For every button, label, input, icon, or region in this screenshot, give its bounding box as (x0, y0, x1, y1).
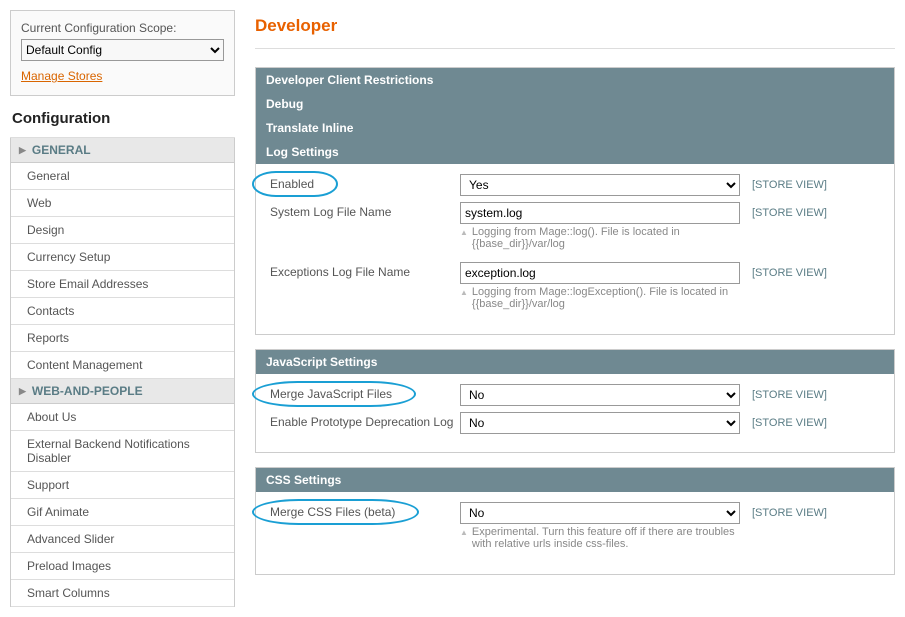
sidebar-item[interactable]: Web (11, 190, 234, 217)
sidebar-item[interactable]: Contacts (11, 298, 234, 325)
scope-select[interactable]: Default Config (21, 39, 224, 61)
scope-link[interactable]: [STORE VIEW] (752, 207, 827, 219)
field-scope: [STORE VIEW] (740, 262, 827, 279)
config-heading: Configuration (10, 102, 235, 138)
field-hint: ▲Logging from Mage::log(). File is locat… (460, 224, 740, 256)
panel-header[interactable]: CSS Settings (256, 468, 894, 492)
config-panel: Translate Inline (255, 116, 895, 140)
field-select[interactable]: No (460, 502, 740, 524)
field-row: System Log File Name▲Logging from Mage::… (270, 202, 880, 256)
field-control: Yes (460, 174, 740, 196)
config-panel: CSS Settings Merge CSS Files (beta) No▲Exp… (255, 467, 895, 575)
page-title: Developer (255, 10, 895, 49)
sidebar-group-header[interactable]: ▶ GENERAL (10, 138, 235, 163)
field-label: Merge JavaScript Files (270, 384, 460, 401)
panel-body: EnabledYes[STORE VIEW]System Log File Na… (256, 164, 894, 334)
field-row: Enable Prototype Deprecation LogNo [STORE… (270, 412, 880, 434)
field-label: Enabled (270, 174, 460, 191)
sidebar-item[interactable]: Content Management (11, 352, 234, 379)
scope-link[interactable]: [STORE VIEW] (752, 179, 827, 191)
caret-up-icon: ▲ (460, 228, 468, 237)
scope-link[interactable]: [STORE VIEW] (752, 389, 827, 401)
field-label: Enable Prototype Deprecation Log (270, 412, 460, 429)
field-row: Exceptions Log File Name▲Logging from Ma… (270, 262, 880, 316)
caret-up-icon: ▲ (460, 528, 468, 537)
panel-header[interactable]: Log Settings (256, 140, 894, 164)
field-scope: [STORE VIEW] (740, 202, 827, 219)
field-input[interactable] (460, 262, 740, 284)
highlight-circle: Enabled (270, 177, 314, 191)
chevron-right-icon: ▶ (19, 386, 26, 397)
scope-box: Current Configuration Scope: Default Con… (10, 10, 235, 96)
panel-header[interactable]: Developer Client Restrictions (256, 68, 894, 92)
config-panel: Debug (255, 92, 895, 116)
sidebar-item[interactable]: Gif Animate (11, 499, 234, 526)
panel-header[interactable]: Debug (256, 92, 894, 116)
sidebar-group-title: GENERAL (32, 143, 91, 157)
field-scope: [STORE VIEW] (740, 412, 827, 429)
field-hint: ▲Experimental. Turn this feature off if … (460, 524, 740, 556)
sidebar-item[interactable]: Advanced Slider (11, 526, 234, 553)
field-control: ▲Logging from Mage::logException(). File… (460, 262, 740, 316)
chevron-right-icon: ▶ (19, 145, 26, 156)
field-select[interactable]: No (460, 412, 740, 434)
config-panel: JavaScript Settings Merge JavaScript File… (255, 349, 895, 453)
sidebar-item[interactable]: About Us (11, 404, 234, 431)
manage-stores-link[interactable]: Manage Stores (21, 69, 102, 83)
scope-label: Current Configuration Scope: (21, 21, 224, 35)
field-label: Exceptions Log File Name (270, 262, 460, 279)
sidebar-item[interactable]: Currency Setup (11, 244, 234, 271)
sidebar-group-header[interactable]: ▶ WEB-AND-PEOPLE (10, 379, 235, 404)
field-control: No (460, 412, 740, 434)
field-label: System Log File Name (270, 202, 460, 219)
panel-header[interactable]: JavaScript Settings (256, 350, 894, 374)
highlight-circle: Merge JavaScript Files (270, 387, 392, 401)
scope-link[interactable]: [STORE VIEW] (752, 417, 827, 429)
field-scope: [STORE VIEW] (740, 384, 827, 401)
field-row: Merge JavaScript Files No [STORE VIEW] (270, 384, 880, 406)
field-hint: ▲Logging from Mage::logException(). File… (460, 284, 740, 316)
field-input[interactable] (460, 202, 740, 224)
field-row: Enabled Yes [STORE VIEW] (270, 174, 880, 196)
config-panel: Log SettingsEnabledYes[STORE VIEW]System… (255, 140, 895, 335)
panel-header[interactable]: Translate Inline (256, 116, 894, 140)
field-control: No▲Experimental. Turn this feature off i… (460, 502, 740, 556)
caret-up-icon: ▲ (460, 288, 468, 297)
field-scope: [STORE VIEW] (740, 174, 827, 191)
field-label: Merge CSS Files (beta) (270, 502, 460, 519)
sidebar-item[interactable]: External Backend Notifications Disabler (11, 431, 234, 472)
sidebar-item[interactable]: Smart Columns (11, 580, 234, 607)
highlight-circle: Merge CSS Files (beta) (270, 505, 395, 519)
scope-link[interactable]: [STORE VIEW] (752, 267, 827, 279)
panel-body: Merge CSS Files (beta) No▲Experimental. T… (256, 492, 894, 574)
main: Developer Developer Client RestrictionsD… (255, 10, 895, 607)
field-row: Merge CSS Files (beta) No▲Experimental. T… (270, 502, 880, 556)
sidebar-item[interactable]: Store Email Addresses (11, 271, 234, 298)
sidebar-item[interactable]: General (11, 163, 234, 190)
field-scope: [STORE VIEW] (740, 502, 827, 519)
panel-body: Merge JavaScript FilesNo[STORE VIEW]Enab… (256, 374, 894, 452)
sidebar-item[interactable]: Reports (11, 325, 234, 352)
scope-link[interactable]: [STORE VIEW] (752, 507, 827, 519)
field-select[interactable]: No (460, 384, 740, 406)
field-select[interactable]: Yes (460, 174, 740, 196)
sidebar: Current Configuration Scope: Default Con… (10, 10, 235, 607)
sidebar-item[interactable]: Preload Images (11, 553, 234, 580)
sidebar-item[interactable]: Support (11, 472, 234, 499)
field-control: ▲Logging from Mage::log(). File is locat… (460, 202, 740, 256)
sidebar-item[interactable]: Design (11, 217, 234, 244)
field-control: No (460, 384, 740, 406)
sidebar-group-title: WEB-AND-PEOPLE (32, 384, 143, 398)
config-panel: Developer Client Restrictions (255, 67, 895, 92)
